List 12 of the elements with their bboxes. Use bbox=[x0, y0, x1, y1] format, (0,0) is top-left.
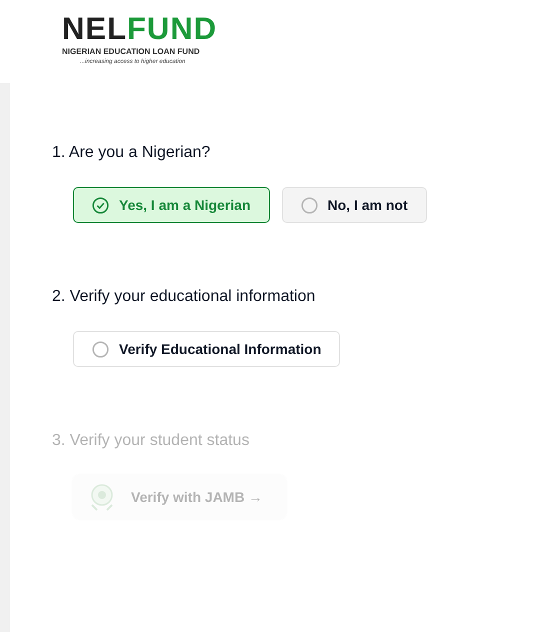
choice-button[interactable]: Yes, I am a Nigerian bbox=[73, 187, 270, 223]
logo-name: NIGERIAN EDUCATION LOAN FUND bbox=[62, 46, 200, 58]
step-heading: 2. Verify your educational information bbox=[52, 287, 316, 307]
radio-circle-icon bbox=[92, 340, 109, 358]
radio-circle-icon bbox=[300, 196, 318, 214]
step-heading: 1. Are you a Nigerian? bbox=[52, 143, 210, 163]
step-heading: 3. Verify your student status bbox=[52, 431, 250, 451]
logo-wordmark: NELFUND bbox=[62, 14, 218, 44]
seal-icon bbox=[89, 483, 115, 511]
choice-button[interactable]: Verify Educational Information bbox=[73, 331, 340, 367]
choice-button[interactable]: No, I am not bbox=[282, 187, 427, 223]
check-circle-icon bbox=[92, 196, 109, 214]
